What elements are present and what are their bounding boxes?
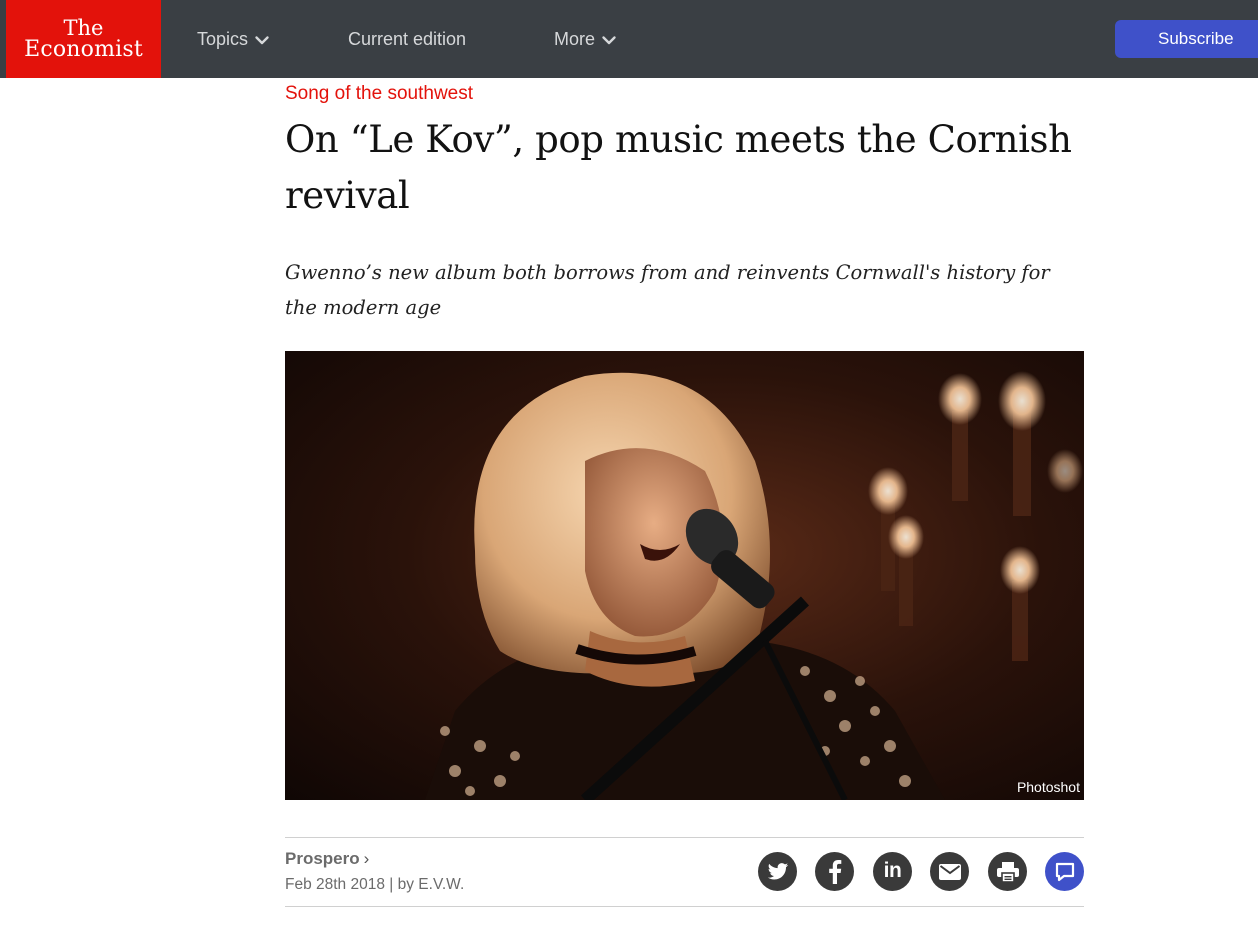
divider-bottom (285, 906, 1084, 907)
divider-top (285, 837, 1084, 838)
nav-item-more[interactable]: More (554, 0, 617, 78)
chevron-down-icon (602, 36, 616, 45)
nav-item-topics[interactable]: Topics (197, 0, 270, 78)
article-kicker[interactable]: Song of the southwest (285, 83, 473, 105)
comment-icon (1055, 862, 1074, 881)
linkedin-icon: in (883, 858, 902, 882)
article-headline: On “Le Kov”, pop music meets the Cornish… (285, 118, 1072, 217)
nav-item-topics-label: Topics (197, 28, 249, 49)
comments-button[interactable] (1045, 852, 1084, 891)
twitter-icon (767, 862, 788, 880)
share-linkedin-button[interactable]: in (873, 852, 912, 891)
section-label: Prospero (285, 849, 360, 868)
subscribe-button[interactable]: Subscribe (1115, 20, 1258, 58)
share-email-button[interactable] (930, 852, 969, 891)
share-facebook-button[interactable] (815, 852, 854, 891)
nav-item-more-label: More (554, 28, 596, 49)
nav-item-current-edition-label: Current edition (348, 28, 467, 49)
top-navigation: The Economist Topics Current edition Mor… (0, 0, 1258, 78)
chevron-down-icon (255, 36, 269, 45)
publish-date: Feb 28th 2018 (285, 876, 385, 893)
image-credit: Photoshot (1016, 779, 1080, 795)
chevron-right-icon: › (363, 849, 370, 868)
logo-line-2: Economist (24, 37, 143, 62)
economist-logo[interactable]: The Economist (6, 0, 161, 78)
share-twitter-button[interactable] (758, 852, 797, 891)
mail-icon (938, 863, 961, 880)
article-standfirst: Gwenno’s new album both borrows from and… (285, 261, 1050, 319)
logo-line-1: The (63, 16, 104, 40)
hero-photo-illustration (285, 351, 1084, 800)
article-meta: Feb 28th 2018 | by E.V.W. (285, 876, 464, 894)
byline: | by E.V.W. (389, 876, 465, 893)
facebook-icon (828, 859, 841, 884)
share-print-button[interactable] (988, 852, 1027, 891)
nav-item-current-edition[interactable]: Current edition (348, 0, 466, 78)
print-icon (996, 861, 1019, 882)
section-link-prospero[interactable]: Prospero › (285, 849, 369, 869)
hero-image: Photoshot (285, 351, 1084, 800)
